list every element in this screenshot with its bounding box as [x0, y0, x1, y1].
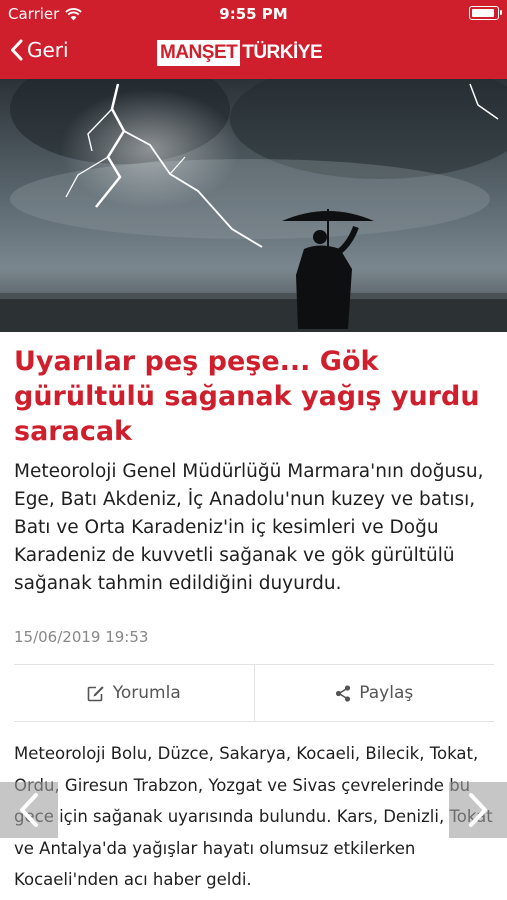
- share-icon: [336, 684, 351, 702]
- app-header: Carrier 9:55 PM Geri MANŞET TÜRKİYE: [0, 0, 507, 79]
- site-logo: MANŞET TÜRKİYE: [157, 40, 323, 66]
- battery-fill: [472, 9, 494, 17]
- edit-icon: [87, 685, 104, 701]
- comment-label: Yorumla: [112, 683, 181, 703]
- battery-icon: [469, 6, 502, 20]
- status-bar: Carrier 9:55 PM: [0, 0, 507, 28]
- chevron-left-icon: [20, 793, 38, 827]
- next-article-button[interactable]: [449, 782, 507, 838]
- hero-image: [0, 79, 507, 332]
- share-button[interactable]: Paylaş: [253, 665, 495, 721]
- logo-part-2: TÜRKİYE: [242, 42, 323, 63]
- share-label: Paylaş: [359, 683, 414, 703]
- article-body: Meteoroloji Bolu, Düzce, Sakarya, Kocael…: [14, 744, 493, 889]
- chevron-left-icon: [11, 39, 23, 61]
- back-label: Geri: [27, 38, 69, 62]
- back-button[interactable]: Geri: [10, 38, 69, 62]
- action-bar: Yorumla Paylaş: [14, 664, 494, 722]
- status-time: 9:55 PM: [219, 5, 288, 23]
- prev-article-button[interactable]: [0, 782, 58, 838]
- article-summary: Meteoroloji Genel Müdürlüğü Marmara'nın …: [14, 461, 484, 594]
- article-headline: Uyarılar peş peşe... Gök gürültülü sağan…: [14, 346, 480, 447]
- logo-part-1: MANŞET: [157, 40, 241, 66]
- battery-indicator: [469, 6, 502, 20]
- chevron-right-icon: [469, 793, 487, 827]
- comment-button[interactable]: Yorumla: [14, 665, 254, 721]
- article-timestamp: 15/06/2019 19:53: [14, 628, 149, 646]
